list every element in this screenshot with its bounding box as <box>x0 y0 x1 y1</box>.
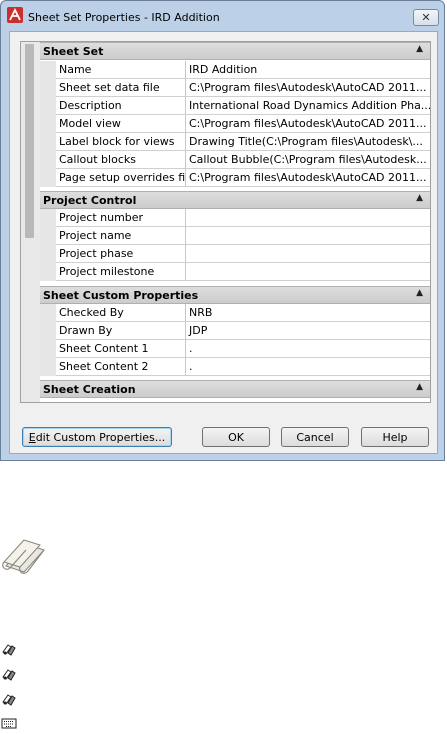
scrollbar-thumb[interactable] <box>25 44 34 238</box>
vertical-scrollbar[interactable] <box>21 42 40 402</box>
row-gutter <box>40 304 56 322</box>
row-gutter <box>40 169 56 187</box>
property-name: Sheet Content 1 <box>56 340 186 358</box>
named-object-icon <box>2 694 16 706</box>
property-row-sheet-content-2[interactable]: Sheet Content 2 . <box>40 358 430 376</box>
property-row-sheet-content-1[interactable]: Sheet Content 1 . <box>40 340 430 358</box>
property-value[interactable]: Callout Bubble(C:\Program files\Autodesk… <box>186 151 430 169</box>
property-value[interactable]: IRD Addition <box>186 61 430 79</box>
property-name: Project phase <box>56 245 186 263</box>
property-name: Drawn By <box>56 322 186 340</box>
cancel-button[interactable]: Cancel <box>281 427 349 447</box>
dialog-client-area: Sheet Set ▲ Name IRD Addition Sheet set … <box>9 31 438 454</box>
category-label: Sheet Creation <box>43 383 136 396</box>
row-gutter <box>40 227 56 245</box>
property-row-callout-blocks[interactable]: Callout blocks Callout Bubble(C:\Program… <box>40 151 430 169</box>
row-gutter <box>40 97 56 115</box>
property-value[interactable]: C:\Program files\Autodesk\AutoCAD 2011..… <box>186 115 430 133</box>
property-value[interactable]: International Road Dynamics Addition Pha… <box>186 97 430 115</box>
window-title: Sheet Set Properties - IRD Addition <box>28 11 220 24</box>
property-row-page-setup-overrides[interactable]: Page setup overrides file C:\Program fil… <box>40 169 430 187</box>
property-row-label-block[interactable]: Label block for views Drawing Title(C:\P… <box>40 133 430 151</box>
button-label: OK <box>228 430 244 444</box>
named-object-icon <box>2 669 16 681</box>
row-gutter <box>40 209 56 227</box>
property-name: Project number <box>56 209 186 227</box>
property-name: Page setup overrides file <box>56 169 186 187</box>
property-name: Label block for views <box>56 133 186 151</box>
row-gutter <box>40 133 56 151</box>
property-name: Project name <box>56 227 186 245</box>
property-name: Sheet Content 2 <box>56 358 186 376</box>
row-gutter <box>40 245 56 263</box>
property-name: Project milestone <box>56 263 186 281</box>
ok-button[interactable]: OK <box>202 427 270 447</box>
property-row-description[interactable]: Description International Road Dynamics … <box>40 97 430 115</box>
property-value[interactable]: JDP <box>186 322 430 340</box>
property-value[interactable] <box>186 227 430 245</box>
edit-custom-properties-button[interactable]: Edit Custom Properties... <box>22 427 172 447</box>
row-gutter <box>40 358 56 376</box>
sheet-set-properties-dialog: Sheet Set Properties - IRD Addition ✕ Sh… <box>0 0 445 461</box>
property-value[interactable]: . <box>186 358 430 376</box>
category-sheet-set[interactable]: Sheet Set ▲ <box>40 42 430 60</box>
named-object-icon <box>2 644 16 656</box>
title-bar[interactable]: Sheet Set Properties - IRD Addition ✕ <box>1 1 444 33</box>
property-name: Checked By <box>56 304 186 322</box>
keyboard-icon <box>1 718 17 729</box>
row-gutter <box>40 263 56 281</box>
collapse-arrow-icon[interactable]: ▲ <box>416 288 423 298</box>
close-icon: ✕ <box>421 11 431 24</box>
property-row-project-number[interactable]: Project number <box>40 209 430 227</box>
property-value[interactable] <box>186 245 430 263</box>
category-sheet-custom-properties[interactable]: Sheet Custom Properties ▲ <box>40 286 430 304</box>
property-value[interactable] <box>186 209 430 227</box>
property-name: Name <box>56 61 186 79</box>
row-gutter <box>40 322 56 340</box>
property-name: Callout blocks <box>56 151 186 169</box>
property-row-project-phase[interactable]: Project phase <box>40 245 430 263</box>
property-row-name[interactable]: Name IRD Addition <box>40 61 430 79</box>
property-row-project-milestone[interactable]: Project milestone <box>40 263 430 281</box>
property-row-sheet-set-data-file[interactable]: Sheet set data file C:\Program files\Aut… <box>40 79 430 97</box>
row-gutter <box>40 151 56 169</box>
category-label: Project Control <box>43 194 137 207</box>
help-button[interactable]: Help <box>361 427 429 447</box>
property-value[interactable]: NRB <box>186 304 430 322</box>
row-gutter <box>40 61 56 79</box>
property-value[interactable]: C:\Program files\Autodesk\AutoCAD 2011..… <box>186 169 430 187</box>
collapse-arrow-icon[interactable]: ▲ <box>416 382 423 392</box>
property-name: Description <box>56 97 186 115</box>
close-button[interactable]: ✕ <box>413 9 439 26</box>
category-sheet-creation[interactable]: Sheet Creation ▲ <box>40 380 430 398</box>
row-gutter <box>40 79 56 97</box>
property-name: Sheet set data file <box>56 79 186 97</box>
button-label: Cancel <box>296 430 334 444</box>
property-grid: Sheet Set ▲ Name IRD Addition Sheet set … <box>20 41 431 403</box>
category-label: Sheet Custom Properties <box>43 289 199 302</box>
property-name: Model view <box>56 115 186 133</box>
category-project-control[interactable]: Project Control ▲ <box>40 191 430 209</box>
autocad-logo-icon <box>7 7 23 23</box>
property-row-drawn-by[interactable]: Drawn By JDP <box>40 322 430 340</box>
category-label: Sheet Set <box>43 45 104 58</box>
collapse-arrow-icon[interactable]: ▲ <box>416 193 423 203</box>
property-value[interactable]: . <box>186 340 430 358</box>
property-row-project-name[interactable]: Project name <box>40 227 430 245</box>
row-gutter <box>40 115 56 133</box>
property-value[interactable]: C:\Program files\Autodesk\AutoCAD 2011..… <box>186 79 430 97</box>
property-value[interactable] <box>186 263 430 281</box>
sheet-set-icon <box>2 539 45 574</box>
property-row-checked-by[interactable]: Checked By NRB <box>40 304 430 322</box>
property-row-model-view[interactable]: Model view C:\Program files\Autodesk\Aut… <box>40 115 430 133</box>
row-gutter <box>40 340 56 358</box>
button-label: dit Custom Properties... <box>35 430 166 444</box>
property-value[interactable]: Drawing Title(C:\Program files\Autodesk\… <box>186 133 430 151</box>
collapse-arrow-icon[interactable]: ▲ <box>416 44 423 54</box>
button-mnemonic: E <box>28 430 36 444</box>
button-label: Help <box>382 430 408 444</box>
